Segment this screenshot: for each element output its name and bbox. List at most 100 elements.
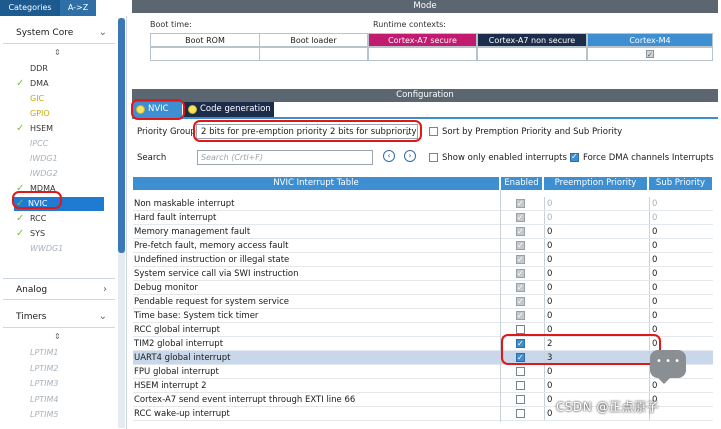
preemption-priority-cell[interactable]: 0 bbox=[544, 225, 648, 238]
category-item-gic[interactable]: GIC bbox=[16, 92, 44, 106]
table-row[interactable]: Pendable request for system service 00 bbox=[133, 295, 713, 309]
sub-priority-cell[interactable]: 0 bbox=[649, 239, 713, 252]
category-item-ipcc[interactable]: IPCC bbox=[16, 137, 48, 151]
category-item-lptim4[interactable]: LPTIM4 bbox=[16, 393, 59, 407]
group-analog[interactable]: Analog › bbox=[3, 278, 115, 300]
tab-categories[interactable]: Categories bbox=[0, 0, 60, 16]
interrupt-name: Pendable request for system service bbox=[134, 297, 290, 307]
table-row[interactable]: Time base: System tick timer 00 bbox=[133, 309, 713, 323]
table-row[interactable]: System service call via SWI instruction 0… bbox=[133, 267, 713, 281]
search-next-icon[interactable]: › bbox=[404, 150, 416, 162]
interrupt-name: Non maskable interrupt bbox=[134, 199, 235, 209]
preemption-priority-cell[interactable]: 0 bbox=[544, 211, 648, 224]
category-item-ddr[interactable]: DDR bbox=[16, 62, 48, 76]
sort-priority-label: Sort by Premption Priority and Sub Prior… bbox=[442, 127, 623, 137]
preemption-priority-cell[interactable]: 0 bbox=[544, 379, 648, 392]
configuration-header: Configuration bbox=[132, 89, 718, 102]
tab-code-generation[interactable]: Code generation bbox=[184, 102, 274, 117]
sub-priority-cell[interactable]: 0 bbox=[649, 281, 713, 294]
sub-priority-cell[interactable]: 0 bbox=[649, 225, 713, 238]
category-item-label: SYS bbox=[30, 229, 46, 238]
category-item-iwdg2[interactable]: IWDG2 bbox=[16, 167, 58, 181]
header-preemption[interactable]: Preemption Priority bbox=[544, 177, 648, 190]
header-sub-priority[interactable]: Sub Priority bbox=[649, 177, 713, 190]
table-row[interactable]: Hard fault interrupt 00 bbox=[133, 211, 713, 225]
group-timers[interactable]: Timers ⌄ bbox=[3, 306, 115, 328]
preemption-priority-cell[interactable]: 0 bbox=[544, 365, 648, 378]
sub-priority-cell[interactable]: 0 bbox=[649, 267, 713, 280]
sub-priority-cell[interactable]: 0 bbox=[649, 323, 713, 336]
preemption-priority-cell[interactable]: 0 bbox=[544, 253, 648, 266]
tab-a-to-z[interactable]: A->Z bbox=[60, 0, 96, 16]
show-enabled-checkbox[interactable] bbox=[429, 153, 438, 162]
enabled-checkbox[interactable] bbox=[516, 409, 525, 418]
cell-boot-loader[interactable] bbox=[259, 47, 368, 61]
header-enabled[interactable]: Enabled bbox=[501, 177, 543, 190]
col-boot-loader: Boot loader bbox=[259, 33, 368, 47]
enabled-checkbox[interactable] bbox=[516, 381, 525, 390]
sub-priority-cell[interactable]: 0 bbox=[649, 295, 713, 308]
search-input[interactable] bbox=[197, 150, 373, 165]
preemption-priority-cell[interactable]: 0 bbox=[544, 295, 648, 308]
sub-priority-cell[interactable]: 0 bbox=[649, 197, 713, 210]
group-label: System Core bbox=[16, 28, 74, 38]
enabled-checkbox[interactable] bbox=[516, 367, 525, 376]
category-item-lptim2[interactable]: LPTIM2 bbox=[16, 362, 59, 376]
search-prev-icon[interactable]: ‹ bbox=[383, 150, 395, 162]
category-item-iwdg1[interactable]: IWDG1 bbox=[16, 152, 58, 166]
cell-cortex-a7-non-secure[interactable] bbox=[477, 47, 587, 61]
category-item-gpio[interactable]: GPIO bbox=[16, 107, 50, 121]
watermark: CSDN @正点原子 bbox=[556, 400, 660, 414]
sub-priority-cell[interactable]: 0 bbox=[649, 253, 713, 266]
preemption-priority-cell[interactable]: 0 bbox=[544, 281, 648, 294]
check-icon: ✓ bbox=[16, 228, 25, 239]
category-item-label: WWDG1 bbox=[30, 244, 64, 253]
sort-icon[interactable]: ⇕ bbox=[54, 48, 61, 57]
group-system-core[interactable]: System Core ⌄ bbox=[3, 22, 115, 44]
table-row[interactable]: HSEM interrupt 200 bbox=[133, 379, 713, 393]
table-row[interactable]: Undefined instruction or illegal state 00 bbox=[133, 253, 713, 267]
annotation-oval-priority-group bbox=[193, 120, 422, 142]
cortex-m4-checkbox[interactable] bbox=[646, 48, 654, 62]
category-item-wwdg1[interactable]: WWDG1 bbox=[16, 242, 63, 256]
category-item-lptim5[interactable]: LPTIM5 bbox=[16, 408, 59, 422]
category-item-sys[interactable]: ✓ SYS bbox=[16, 227, 45, 241]
table-row[interactable]: Pre-fetch fault, memory access fault 00 bbox=[133, 239, 713, 253]
table-row[interactable]: FPU global interrupt00 bbox=[133, 365, 713, 379]
chat-bubble-icon[interactable] bbox=[650, 350, 686, 384]
preemption-priority-cell[interactable]: 0 bbox=[544, 239, 648, 252]
boot-time-label: Boot time: bbox=[150, 20, 192, 29]
preemption-priority-cell[interactable]: 0 bbox=[544, 309, 648, 322]
table-header: NVIC Interrupt Table Enabled Preemption … bbox=[133, 177, 713, 190]
category-item-rcc[interactable]: ✓ RCC bbox=[16, 212, 46, 226]
enabled-checkbox[interactable] bbox=[516, 395, 525, 404]
sub-priority-cell[interactable]: 0 bbox=[649, 211, 713, 224]
category-scrollbar[interactable] bbox=[118, 18, 125, 428]
scrollbar-thumb[interactable] bbox=[118, 18, 125, 253]
category-item-hsem[interactable]: ✓ HSEM bbox=[16, 122, 53, 136]
preemption-priority-cell[interactable]: 0 bbox=[544, 267, 648, 280]
category-item-lptim3[interactable]: LPTIM3 bbox=[16, 377, 59, 391]
sort-icon[interactable]: ⇕ bbox=[54, 332, 61, 341]
annotation-oval-nvic-tab bbox=[131, 99, 185, 120]
sub-priority-cell[interactable]: 0 bbox=[649, 309, 713, 322]
cell-cortex-m4[interactable] bbox=[587, 47, 713, 62]
col-cortex-m4: Cortex-M4 bbox=[587, 33, 713, 47]
interrupt-name: TIM2 global interrupt bbox=[134, 339, 224, 349]
preemption-priority-cell[interactable]: 0 bbox=[544, 197, 648, 210]
table-row[interactable]: Memory management fault 00 bbox=[133, 225, 713, 239]
sort-priority-checkbox[interactable] bbox=[429, 127, 438, 136]
category-item-label: GPIO bbox=[30, 109, 50, 118]
category-tabs: Categories A->Z bbox=[0, 0, 127, 16]
priority-group-label: Priority Group bbox=[137, 127, 196, 137]
category-item-dma[interactable]: ✓ DMA bbox=[16, 77, 49, 91]
table-row[interactable]: Debug monitor 00 bbox=[133, 281, 713, 295]
header-interrupt[interactable]: NVIC Interrupt Table bbox=[133, 177, 500, 190]
category-item-label: LPTIM1 bbox=[30, 348, 59, 357]
cell-cortex-a7-secure[interactable] bbox=[368, 47, 477, 61]
cell-boot-rom[interactable] bbox=[150, 47, 260, 61]
table-row[interactable]: Non maskable interrupt 00 bbox=[133, 197, 713, 211]
enabled-checkbox[interactable] bbox=[516, 325, 525, 334]
category-item-lptim1[interactable]: LPTIM1 bbox=[16, 346, 59, 360]
force-dma-checkbox[interactable] bbox=[570, 152, 579, 162]
